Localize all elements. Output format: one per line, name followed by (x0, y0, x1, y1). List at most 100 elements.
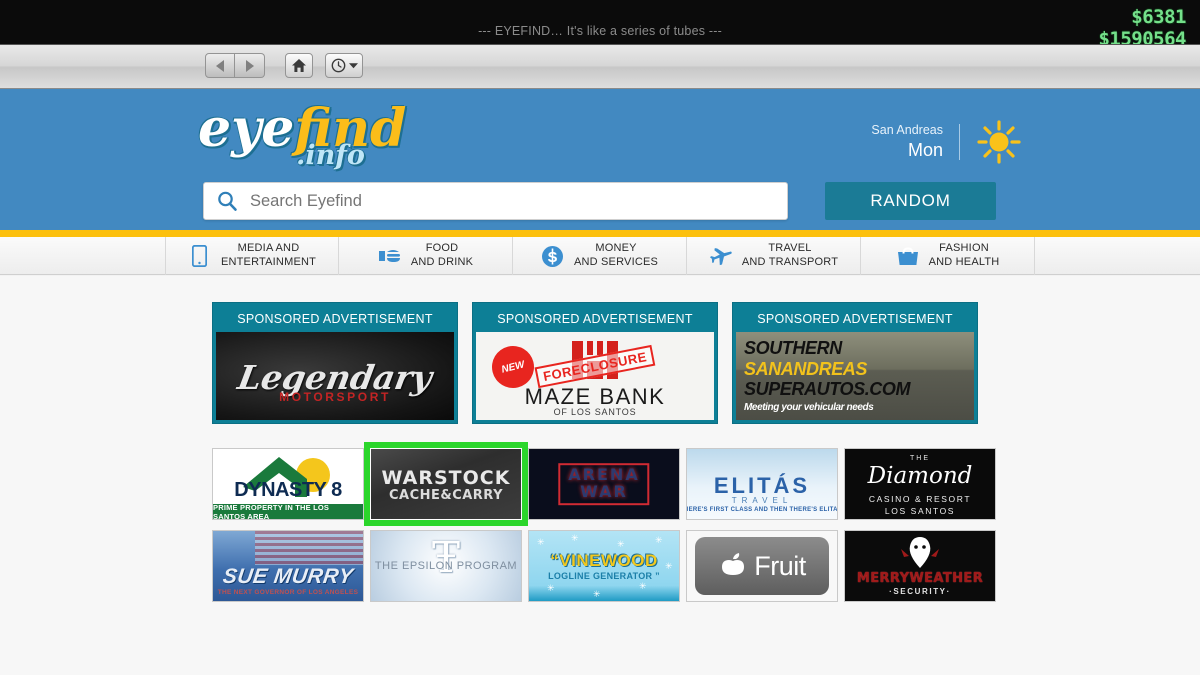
website-tile-grid: DYNASTY 8 PRIME PROPERTY IN THE LOS SANT… (212, 442, 996, 602)
tile-merryweather-security[interactable]: MERRYWEATHER ·SECURITY· (844, 530, 996, 602)
weather-text: San Andreas Mon (871, 123, 943, 161)
site-header: eyefind .info San Andreas Mon Search Eye… (0, 89, 1200, 230)
cash-amount: $6381 (1131, 6, 1186, 28)
tile-title: Fruit (754, 550, 806, 581)
tile-subtitle: CASINO & RESORT (868, 494, 972, 504)
tile-subtitle: ·SECURITY· (889, 587, 951, 596)
eyefind-logo[interactable]: eyefind .info (198, 103, 406, 170)
site-tagline: --- EYEFIND… It's like a series of tubes… (478, 24, 722, 38)
category-line1: TRAVEL (768, 242, 812, 255)
category-line1: MEDIA AND (237, 242, 300, 255)
arrow-right-icon (245, 59, 254, 72)
category-label: FOOD AND DRINK (411, 242, 473, 270)
ad-line1: SOUTHERN (744, 338, 842, 358)
category-money-and-services[interactable]: S MONEY AND SERVICES (513, 237, 687, 275)
accent-strip (0, 230, 1200, 237)
burger-icon (378, 244, 402, 268)
back-button[interactable] (205, 53, 235, 78)
chevron-down-icon (348, 63, 358, 69)
sun-icon (977, 120, 1021, 164)
tile-tagline: THERE'S FIRST CLASS AND THEN THERE'S ELI… (686, 507, 838, 513)
category-travel-and-transport[interactable]: TRAVEL AND TRANSPORT (687, 237, 861, 275)
tile-vinewood-logline-generator[interactable]: ✳ ✳ ✳ ✳ ✳ ✳ ✳ ✳ “VINEWOOD LOGLINE GENERATOR … (528, 530, 680, 602)
ad-subtitle: OF LOS SANTOS (553, 407, 637, 417)
tablet-icon (188, 244, 212, 268)
tile-fruit[interactable]: Fruit (686, 530, 838, 602)
logo-part-eye: eye (198, 98, 295, 159)
plane-icon (709, 244, 733, 268)
dollar-icon: S (541, 244, 565, 268)
category-nav: MEDIA AND ENTERTAINMENT FOOD AND DRINK M… (0, 237, 1200, 275)
category-line1: MONEY (595, 242, 637, 255)
tile-title: THE EPSILON PROGRAM (374, 560, 518, 572)
ad-southern-san-andreas-super-autos[interactable]: SPONSORED ADVERTISEMENT SOUTHERN SANANDR… (732, 302, 978, 424)
ad-tagline: Meeting your vehicular needs (744, 402, 874, 413)
fruit-apple-icon (722, 553, 745, 575)
ad-maze-bank[interactable]: SPONSORED ADVERTISEMENT NEW FORECLOSURE (472, 302, 718, 424)
ad-line2: SANANDREAS (744, 359, 868, 379)
merryweather-eagle-icon (901, 537, 939, 568)
category-line2: AND DRINK (410, 256, 474, 268)
forward-button[interactable] (235, 53, 265, 78)
category-food-and-drink[interactable]: FOOD AND DRINK (339, 237, 513, 275)
category-media-and-entertainment[interactable]: MEDIA AND ENTERTAINMENT (165, 237, 339, 275)
category-line1: FOOD (425, 242, 459, 255)
home-icon (292, 59, 306, 72)
category-line2: AND TRANSPORT (741, 256, 839, 268)
tile-dynasty8[interactable]: DYNASTY 8 PRIME PROPERTY IN THE LOS SANT… (212, 448, 364, 520)
tile-subtitle: LOGLINE GENERATOR ” (548, 571, 660, 581)
tile-arena-war[interactable]: ARENA WAR (528, 448, 680, 520)
category-fashion-and-health[interactable]: FASHION AND HEALTH (861, 237, 1035, 275)
ad-line3: SUPERAUTOS.COM (744, 379, 911, 399)
tile-subtitle-2: LOS SANTOS (884, 506, 956, 516)
tile-sue-murry[interactable]: SUE MURRY THE NEXT GOVERNOR OF LOS ANGEL… (212, 530, 364, 602)
flag-decoration (255, 531, 363, 565)
ad-subtitle: MOTORSPORT (279, 390, 391, 404)
home-button[interactable] (285, 53, 313, 78)
arrow-left-icon (216, 59, 224, 72)
tile-title: WARSTOCK (381, 467, 511, 489)
logo-part-info: .info (296, 140, 365, 171)
ad-label: SPONSORED ADVERTISEMENT (497, 312, 693, 326)
tile-title: ARENA (568, 465, 640, 485)
money-hud: $6381 $1590564 (1098, 8, 1186, 49)
browser-toolbar: ✕ (0, 44, 1200, 125)
bag-icon (896, 244, 920, 268)
ad-body: NEW FORECLOSURE MAZE BANK OF LOS SANTOS (476, 332, 714, 420)
tile-subtitle: TRAVEL (731, 496, 793, 505)
category-label: MEDIA AND ENTERTAINMENT (221, 242, 316, 270)
tile-prefix: THE (910, 455, 930, 462)
category-label: TRAVEL AND TRANSPORT (742, 242, 838, 270)
sponsored-ads-row: SPONSORED ADVERTISEMENT Legendary MOTORS… (212, 302, 978, 424)
search-icon (218, 191, 237, 211)
tile-subtitle: PRIME PROPERTY IN THE LOS SANTOS AREA (213, 503, 363, 519)
category-line2: ENTERTAINMENT (220, 256, 317, 268)
clock-icon (331, 58, 345, 73)
tile-warstock-cache-and-carry[interactable]: WARSTOCK CACHE&CARRY (364, 442, 528, 526)
category-label: FASHION AND HEALTH (929, 242, 1000, 270)
tile-title: Diamond (867, 463, 973, 489)
tile-subtitle: CACHE&CARRY (388, 488, 504, 503)
tile-title: SUE MURRY (221, 565, 355, 588)
random-button[interactable]: RANDOM (825, 182, 996, 220)
tile-diamond-casino-and-resort[interactable]: THE Diamond CASINO & RESORT LOS SANTOS (844, 448, 996, 520)
weather-location: San Andreas (871, 122, 943, 137)
ad-body: Legendary MOTORSPORT (216, 332, 454, 420)
weather-divider (959, 124, 960, 160)
history-button[interactable] (325, 53, 363, 78)
nav-button-group (205, 53, 265, 78)
category-line1: FASHION (939, 242, 989, 255)
tile-epsilon-program[interactable]: Ŧ THE EPSILON PROGRAM (370, 530, 522, 602)
search-wrapper (203, 182, 788, 220)
weather-day: Mon (907, 139, 943, 160)
search-input[interactable] (250, 183, 787, 219)
category-label: MONEY AND SERVICES (574, 242, 658, 270)
tile-subtitle: THE NEXT GOVERNOR OF LOS ANGELES (217, 589, 359, 596)
tile-elitas-travel[interactable]: ELITÁS TRAVEL THERE'S FIRST CLASS AND TH… (686, 448, 838, 520)
gta-eyefind-browser-screen: --- EYEFIND… It's like a series of tubes… (0, 0, 1200, 675)
category-line2: AND HEALTH (928, 256, 1000, 268)
ad-legendary-motorsport[interactable]: SPONSORED ADVERTISEMENT Legendary MOTORS… (212, 302, 458, 424)
search-box[interactable] (203, 182, 788, 220)
fruit-logo: Fruit (695, 537, 829, 595)
arena-war-logo: ARENA WAR (558, 463, 650, 505)
